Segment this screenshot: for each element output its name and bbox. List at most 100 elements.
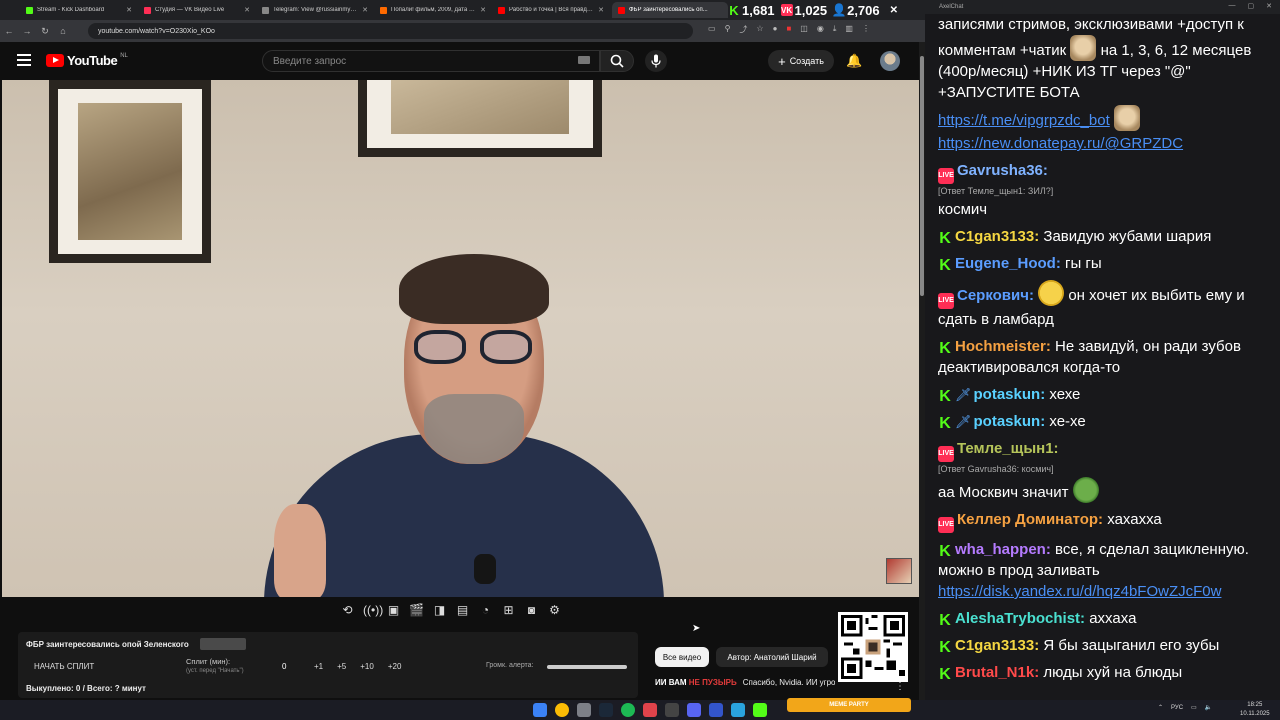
maximize-icon[interactable]: ▢ xyxy=(1248,2,1255,10)
opera-icon[interactable] xyxy=(643,703,657,717)
chip-author[interactable]: Автор: Анатолий Шарий xyxy=(716,647,828,667)
tab-video[interactable]: Рабство и точка | Вся правда о... ✕ xyxy=(492,2,610,18)
tab-film[interactable]: Попали! фильм, 2009, дата вых... ✕ xyxy=(374,2,492,18)
clapper-icon[interactable]: 🎬 xyxy=(409,603,424,617)
url-field[interactable]: youtube.com/watch?v=O230Xio_KOo xyxy=(88,23,693,39)
speed-icon[interactable]: ◔ xyxy=(478,603,493,617)
keyboard-icon[interactable] xyxy=(578,56,590,64)
film-strip-icon[interactable]: ▤ xyxy=(455,603,470,617)
chat-nickname[interactable]: C1gan3133: xyxy=(955,637,1039,654)
increment-20-button[interactable]: +20 xyxy=(388,662,402,671)
puzzle-icon[interactable]: ◫ xyxy=(800,24,808,35)
kick-icon[interactable] xyxy=(753,703,767,717)
video-player[interactable] xyxy=(2,80,919,597)
chip-all-videos[interactable]: Все видео xyxy=(655,647,709,667)
chat-nickname[interactable]: Келлер Доминатор: xyxy=(957,511,1103,528)
close-icon[interactable]: ✕ xyxy=(890,5,898,16)
search-button[interactable] xyxy=(600,50,634,72)
chat-nickname[interactable]: C1gan3133: xyxy=(955,228,1039,245)
alert-volume-slider[interactable] xyxy=(547,665,627,669)
discord-icon[interactable] xyxy=(687,703,701,717)
voice-search-button[interactable] xyxy=(645,50,667,72)
download-icon[interactable]: ⤓ xyxy=(833,24,837,35)
close-icon[interactable]: ✕ xyxy=(1266,2,1272,10)
network-icon[interactable]: ▭ xyxy=(1191,704,1197,711)
chat-nickname[interactable]: Gavrusha36: xyxy=(957,162,1048,179)
picture-in-picture-icon[interactable]: ◨ xyxy=(432,603,447,617)
chat-nickname[interactable]: Серкович: xyxy=(957,287,1034,304)
split-view-icon[interactable]: ▥ xyxy=(845,24,853,35)
broadcast-icon[interactable]: ((•)) xyxy=(363,603,383,617)
close-icon[interactable]: ✕ xyxy=(480,6,486,14)
hamburger-menu-icon[interactable] xyxy=(17,54,31,69)
cinema-icon[interactable]: ▣ xyxy=(386,603,401,617)
recommended-video[interactable]: ИИ ВАМ НЕ ПУЗЫРЬ Спасибо, Nvidia. ИИ угр… xyxy=(655,678,835,687)
increment-10-button[interactable]: +10 xyxy=(360,662,374,671)
settings-gear-icon[interactable]: ⚙ xyxy=(547,603,562,617)
increment-5-button[interactable]: +5 xyxy=(337,662,346,671)
increment-1-button[interactable]: +1 xyxy=(314,662,323,671)
chat-nickname[interactable]: Brutal_N1k: xyxy=(955,664,1039,681)
cast-icon[interactable]: ▭ xyxy=(708,24,716,35)
avatar[interactable] xyxy=(880,51,900,71)
reload-icon[interactable]: ↻ xyxy=(36,26,54,37)
tab-telegram[interactable]: Telegram: View @russiainmyme... ✕ xyxy=(256,2,374,18)
meme-party-bar[interactable]: MEME PARTY xyxy=(787,698,911,712)
menu-icon[interactable]: ⋮ xyxy=(862,24,870,35)
chat-nickname[interactable]: potaskun: xyxy=(974,413,1046,430)
chat-nickname[interactable]: wha_happen: xyxy=(955,541,1051,558)
donate-link[interactable]: https://new.donatepay.ru/@GRPZDC xyxy=(938,135,1183,152)
chat-nickname[interactable]: potaskun: xyxy=(974,386,1046,403)
chat-text: хехе xyxy=(1049,386,1081,403)
tab-kick[interactable]: Stream - Kick Dashboard ✕ xyxy=(20,2,138,18)
telegram-icon[interactable] xyxy=(731,703,745,717)
start-split-button[interactable]: НАЧАТЬ СПЛИТ xyxy=(34,662,94,671)
screenshot-icon[interactable]: ◙ xyxy=(524,603,539,617)
share-icon[interactable]: ⤴ xyxy=(739,24,747,35)
spotify-icon[interactable] xyxy=(621,703,635,717)
app-icon[interactable] xyxy=(577,703,591,717)
chat-nickname[interactable]: Eugene_Hood: xyxy=(955,255,1061,272)
back-icon[interactable]: ← xyxy=(0,26,18,36)
chat-nickname[interactable]: Темле_щын1: xyxy=(957,440,1059,457)
close-icon[interactable]: ✕ xyxy=(244,6,250,14)
chat-nickname[interactable]: Hochmeister: xyxy=(955,338,1051,355)
language-indicator[interactable]: РУС xyxy=(1171,705,1183,711)
close-icon[interactable]: ✕ xyxy=(362,6,368,14)
close-icon[interactable]: ✕ xyxy=(126,6,132,14)
youtube-icon xyxy=(618,6,625,14)
close-icon[interactable]: ✕ xyxy=(598,6,604,14)
tab-vk[interactable]: Студия — VK Видео Live ✕ xyxy=(138,2,256,18)
volume-icon[interactable]: 🔈 xyxy=(1205,704,1212,711)
home-icon[interactable]: ⌂ xyxy=(54,26,72,36)
chat-link[interactable]: https://disk.yandex.ru/d/hqz4bFOwZJcF0w xyxy=(938,581,1276,602)
search-input[interactable]: Введите запрос xyxy=(262,50,600,72)
steam-icon[interactable] xyxy=(599,703,613,717)
extension-icon[interactable]: ● xyxy=(773,24,778,35)
clock[interactable]: 18:25 10.11.2025 xyxy=(1240,701,1270,719)
obs-icon[interactable] xyxy=(665,703,679,717)
youtube-logo[interactable]: YouTube NL xyxy=(46,53,128,68)
telegram-bot-link[interactable]: https://t.me/vipgrpzdc_bot xyxy=(938,112,1110,129)
minimize-icon[interactable]: — xyxy=(1229,2,1236,10)
forward-icon[interactable]: → xyxy=(18,26,36,36)
create-button[interactable]: + Создать xyxy=(768,50,834,72)
tab-active-video[interactable]: ФБР заинтересовались оп... xyxy=(612,2,728,18)
media-player-icon[interactable] xyxy=(709,703,723,717)
alert-volume-label: Громк. алерта: xyxy=(486,662,534,669)
star-icon[interactable]: ☆ xyxy=(756,24,763,35)
chrome-icon[interactable] xyxy=(555,703,569,717)
add-box-icon[interactable]: ⊞ xyxy=(501,603,516,617)
chat-message: Kwha_happen: все, я сделал зацикленную. … xyxy=(938,539,1276,602)
channel-watermark[interactable] xyxy=(886,558,912,584)
chat-nickname[interactable]: AleshaTrybochist: xyxy=(955,610,1085,627)
chevron-up-icon[interactable]: ⌃ xyxy=(1158,704,1163,711)
loop-icon[interactable]: ⟲ xyxy=(340,603,355,617)
profile-icon[interactable]: ◉ xyxy=(817,24,824,35)
zoom-icon[interactable]: ⚲ xyxy=(725,24,731,35)
notifications-bell-icon[interactable]: 🔔 xyxy=(846,53,862,69)
split-minutes-value[interactable]: 0 xyxy=(282,662,286,671)
more-options-icon[interactable]: ⋮ xyxy=(895,681,905,692)
adblock-icon[interactable]: ■ xyxy=(786,24,791,35)
windows-start-icon[interactable] xyxy=(533,703,547,717)
